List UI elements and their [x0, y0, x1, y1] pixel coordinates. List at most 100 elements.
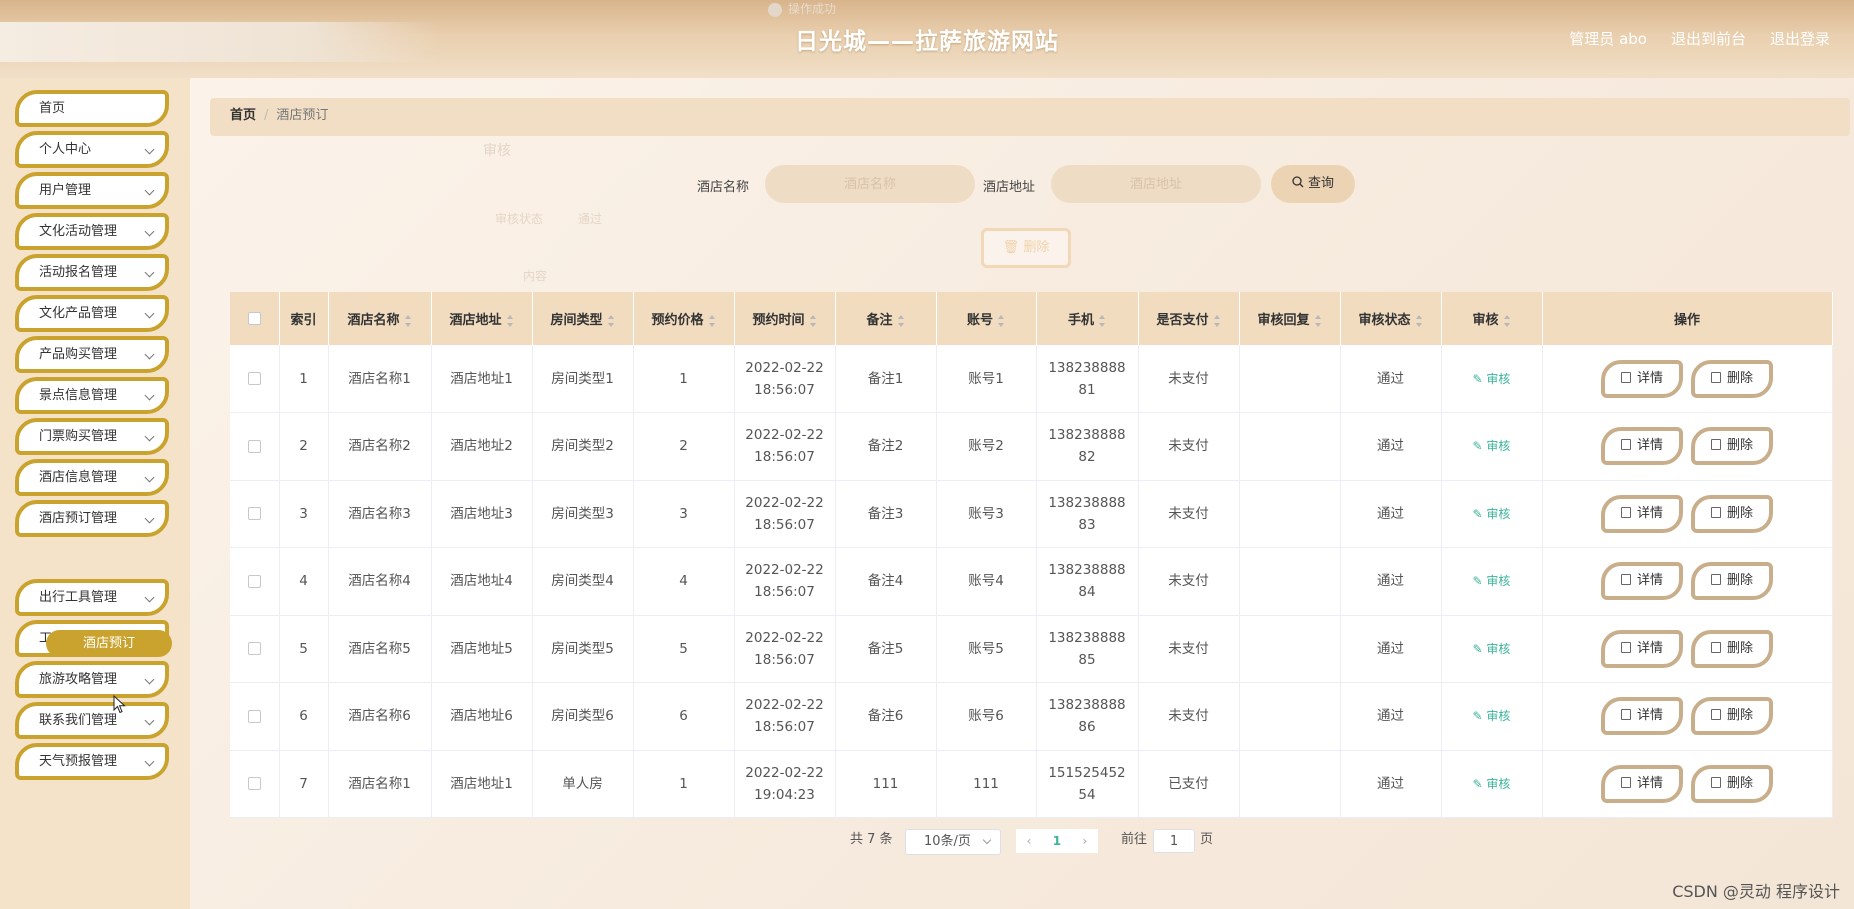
sort-caret-icon[interactable]	[997, 314, 1005, 327]
sort-caret-icon[interactable]	[1415, 314, 1423, 327]
sidebar-item-10[interactable]: 酒店预订管理	[15, 500, 169, 537]
detail-button-label: 详情	[1636, 438, 1663, 454]
detail-button[interactable]: 详情	[1601, 629, 1683, 668]
row-checkbox[interactable]	[247, 507, 261, 521]
column-header-10[interactable]: 是否支付	[1138, 292, 1240, 345]
delete-button[interactable]: 删除	[1691, 764, 1773, 803]
sidebar-item-15[interactable]: 天气预报管理	[15, 743, 169, 780]
row-checkbox[interactable]	[247, 574, 261, 588]
column-header-11[interactable]: 审核回复	[1239, 292, 1341, 345]
cell-checkbox	[230, 480, 280, 548]
delete-button[interactable]: 删除	[1691, 359, 1773, 398]
page-size-select[interactable]: 10条/页	[905, 829, 1001, 855]
sort-caret-icon[interactable]	[1314, 314, 1322, 327]
sort-caret-icon[interactable]	[897, 314, 905, 327]
sort-caret-icon[interactable]	[1503, 314, 1511, 327]
audit-link[interactable]: ✎ 审核	[1473, 439, 1511, 453]
sidebar-item-11[interactable]: 出行工具管理	[15, 579, 169, 616]
select-all-checkbox[interactable]	[247, 312, 261, 325]
sidebar-item-5[interactable]: 文化产品管理	[15, 295, 169, 332]
column-header-8[interactable]: 账号	[936, 292, 1037, 345]
sidebar-item-8[interactable]: 门票购买管理	[15, 418, 169, 455]
admin-username[interactable]: 管理员 abo	[1569, 28, 1647, 49]
detail-button[interactable]: 详情	[1601, 562, 1683, 601]
audit-link[interactable]: ✎ 审核	[1473, 574, 1511, 588]
delete-button[interactable]: 删除	[1691, 629, 1773, 668]
cell-note: 111	[835, 750, 937, 818]
next-page-icon[interactable]: ›	[1082, 834, 1087, 848]
sidebar-item-7[interactable]: 景点信息管理	[15, 377, 169, 414]
sidebar-item-6[interactable]: 产品购买管理	[15, 336, 169, 373]
delete-button[interactable]: 删除	[1691, 562, 1773, 601]
cell-note: 备注1	[835, 345, 937, 413]
column-header-5[interactable]: 预约价格	[633, 292, 735, 345]
sidebar-item-14[interactable]: 联系我们管理	[15, 702, 169, 739]
sort-caret-icon[interactable]	[1213, 314, 1221, 327]
audit-link[interactable]: ✎ 审核	[1473, 372, 1511, 386]
audit-link[interactable]: ✎ 审核	[1473, 642, 1511, 656]
prev-page-icon[interactable]: ‹	[1027, 834, 1032, 848]
row-checkbox[interactable]	[247, 642, 261, 656]
sidebar-item-9[interactable]: 酒店信息管理	[15, 459, 169, 496]
column-header-3[interactable]: 酒店地址	[431, 292, 533, 345]
sidebar-item-4[interactable]: 活动报名管理	[15, 254, 169, 291]
delete-button-label: 删除	[1726, 370, 1753, 386]
detail-button[interactable]: 详情	[1601, 427, 1683, 466]
phone-line-1: 138238888	[1048, 427, 1126, 444]
query-button[interactable]: 查询	[1271, 165, 1355, 203]
batch-delete-button[interactable]: 🗑 删除	[981, 228, 1071, 268]
cell-phone: 138238888 83	[1036, 480, 1139, 548]
sort-caret-icon[interactable]	[506, 314, 514, 327]
hotel-address-input[interactable]	[1051, 165, 1261, 203]
detail-button-label: 详情	[1636, 640, 1663, 656]
sort-caret-icon[interactable]	[404, 314, 412, 327]
phone-line-1: 138238888	[1048, 359, 1126, 376]
cell-booking-time: 2022-02-22 18:56:07	[734, 547, 836, 616]
column-header-4[interactable]: 房间类型	[532, 292, 634, 345]
column-header-9[interactable]: 手机	[1036, 292, 1139, 345]
row-checkbox[interactable]	[247, 709, 261, 723]
hotel-name-input[interactable]	[765, 165, 975, 203]
page-size-value: 10条/页	[924, 834, 971, 849]
audit-link[interactable]: ✎ 审核	[1473, 507, 1511, 521]
detail-button[interactable]: 详情	[1601, 494, 1683, 533]
delete-button[interactable]: 删除	[1691, 697, 1773, 736]
sort-caret-icon[interactable]	[1098, 314, 1106, 327]
cell-phone: 138238888 81	[1036, 345, 1139, 413]
sidebar-item-1[interactable]: 个人中心	[15, 131, 169, 168]
row-checkbox[interactable]	[247, 439, 261, 453]
column-header-12[interactable]: 审核状态	[1340, 292, 1442, 345]
cell-index: 6	[279, 682, 329, 751]
sidebar-item-3[interactable]: 文化活动管理	[15, 213, 169, 250]
sort-caret-icon[interactable]	[708, 314, 716, 327]
sort-caret-icon[interactable]	[809, 314, 817, 327]
detail-button[interactable]: 详情	[1601, 359, 1683, 398]
logout-link[interactable]: 退出登录	[1770, 28, 1830, 49]
goto-page-input[interactable]	[1153, 829, 1195, 853]
row-checkbox[interactable]	[247, 372, 261, 385]
sort-caret-icon[interactable]	[607, 314, 615, 327]
page-number-current[interactable]: 1	[1053, 834, 1061, 848]
column-header-13[interactable]: 审核	[1441, 292, 1543, 345]
cell-paid: 未支付	[1138, 412, 1240, 481]
breadcrumb-home[interactable]: 首页	[230, 108, 256, 123]
detail-button[interactable]: 详情	[1601, 764, 1683, 803]
column-header-7[interactable]: 备注	[835, 292, 937, 345]
sidebar-item-2[interactable]: 用户管理	[15, 172, 169, 209]
delete-button-label: 删除	[1726, 505, 1753, 521]
sidebar-item-13[interactable]: 旅游攻略管理	[15, 661, 169, 698]
delete-button[interactable]: 删除	[1691, 494, 1773, 533]
dialog-ghost-content-label: 内容	[523, 269, 548, 283]
delete-button[interactable]: 删除	[1691, 427, 1773, 466]
detail-button[interactable]: 详情	[1601, 697, 1683, 736]
cell-operations: 详情 删除	[1542, 480, 1833, 548]
column-header-2[interactable]: 酒店名称	[328, 292, 432, 345]
back-to-frontend-link[interactable]: 退出到前台	[1671, 28, 1746, 49]
row-checkbox[interactable]	[247, 777, 261, 791]
column-header-6[interactable]: 预约时间	[734, 292, 836, 345]
sidebar-item-0[interactable]: 首页	[15, 90, 169, 127]
sidebar-subitem-hotel-booking[interactable]: 酒店预订	[46, 630, 172, 657]
phone-line-2: 86	[1078, 719, 1096, 736]
audit-link[interactable]: ✎ 审核	[1473, 709, 1511, 723]
audit-link[interactable]: ✎ 审核	[1473, 777, 1511, 791]
